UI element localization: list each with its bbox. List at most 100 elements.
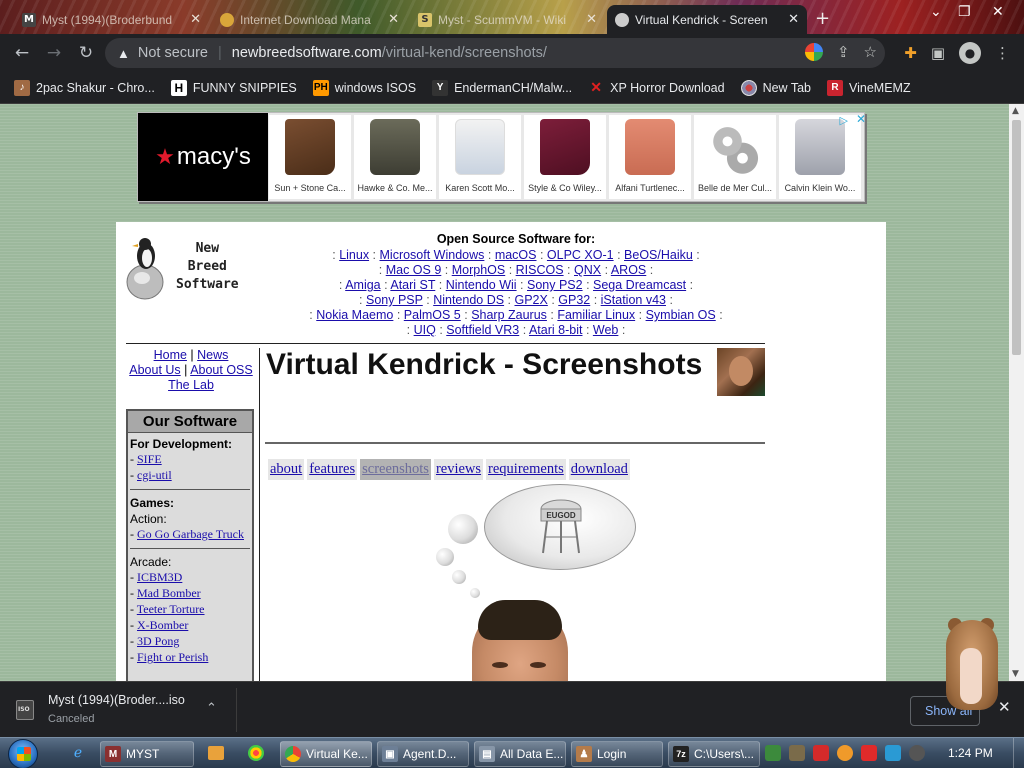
paint-icon[interactable] [246,743,266,763]
ad-product[interactable]: Alfani Turtlenec... [609,115,691,199]
site-logo[interactable]: New Breed Software [126,232,251,302]
ad-product[interactable]: Karen Scott Mo... [439,115,521,199]
ad-close-icon[interactable]: ✕ [856,112,866,126]
ad-product[interactable]: Calvin Klein Wo... [779,115,861,199]
tab-scummvm-wiki[interactable]: S Myst - ScummVM - Wiki ✕ [410,5,605,34]
platform-link-macos[interactable]: macOS [495,248,537,262]
flag-tray-icon[interactable] [861,745,877,761]
v-tray-icon[interactable] [813,745,829,761]
close-icon[interactable]: ✕ [190,12,201,27]
platform-link-macos9[interactable]: Mac OS 9 [386,263,442,277]
platform-link-atari-st[interactable]: Atari ST [390,278,435,292]
bookmark-windows-isos[interactable]: PH windows ISOS [312,79,416,96]
scroll-down-icon[interactable]: ▼ [1012,669,1019,679]
app-tray-icon[interactable] [789,745,805,761]
close-window-icon[interactable]: ✕ [992,4,1004,20]
taskbar-item-7zip[interactable]: 7z C:\Users\... [668,741,760,767]
platform-link-gp32[interactable]: GP32 [558,293,590,307]
sidebar-item-teeter-torture[interactable]: Teeter Torture [137,602,205,616]
new-tab-button[interactable]: + [815,8,830,29]
ie-icon[interactable]: ℯ [68,743,88,763]
profile-avatar-icon[interactable]: ● [959,42,981,64]
platform-link-symbian[interactable]: Symbian OS [646,308,716,322]
back-button[interactable]: ← [6,43,38,63]
platform-link-zaurus[interactable]: Sharp Zaurus [471,308,547,322]
platform-link-qnx[interactable]: QNX [574,263,601,277]
start-button[interactable] [8,739,38,768]
platform-link-dreamcast[interactable]: Sega Dreamcast [593,278,686,292]
platform-link-psp[interactable]: Sony PSP [366,293,423,307]
platform-link-vr3[interactable]: Softfield VR3 [446,323,519,337]
sidebar-item-3d-pong[interactable]: 3D Pong [137,634,179,648]
tab-about[interactable]: about [268,459,305,480]
tab-search-icon[interactable]: ⌄ [930,4,942,20]
bookmark-2pac[interactable]: ♪ 2pac Shakur - Chro... [14,79,155,96]
sidebar-item-icbm3d[interactable]: ICBM3D [137,570,182,584]
close-icon[interactable]: ✕ [586,12,597,27]
bookmark-xp-horror[interactable]: ✕ XP Horror Download [588,79,724,96]
reload-button[interactable]: ↻ [70,43,102,63]
menu-icon[interactable]: ⋮ [995,44,1010,62]
google-lens-icon[interactable] [804,43,823,61]
volume-tray-icon[interactable] [909,745,925,761]
platform-link-ds[interactable]: Nintendo DS [433,293,504,307]
platform-link-palmos[interactable]: PalmOS 5 [404,308,461,322]
platform-link-riscos[interactable]: RISCOS [516,263,564,277]
ad-product[interactable]: Hawke & Co. Me... [354,115,436,199]
adchoices-icon[interactable]: ▷ [840,114,848,127]
ad-brand-logo[interactable]: ★ macy's [138,113,268,201]
clock[interactable]: 1:24 PM [948,746,993,760]
taskbar-item-chrome[interactable]: Virtual Ke... [280,741,372,767]
restore-icon[interactable]: ❐ [958,4,971,20]
tab-features[interactable]: features [307,459,358,480]
platform-link-amiga[interactable]: Amiga [345,278,380,292]
address-bar[interactable]: ▲ Not secure | newbreedsoftware.com/virt… [105,38,885,68]
display-tray-icon[interactable] [885,745,901,761]
bookmark-vinememz[interactable]: R VineMEMZ [827,79,911,96]
platform-link-gp2x[interactable]: GP2X [514,293,547,307]
nav-lab[interactable]: The Lab [168,378,214,392]
close-icon[interactable]: ✕ [388,12,399,27]
ad-product[interactable]: Sun + Stone Ca... [269,115,351,199]
extensions-icon[interactable]: ✚ [904,44,917,62]
platform-link-wii[interactable]: Nintendo Wii [446,278,517,292]
platform-link-web[interactable]: Web [593,323,618,337]
ad-product[interactable]: Belle de Mer Cul... [694,115,776,199]
chevron-up-icon[interactable]: ⌃ [206,701,217,716]
tab-myst[interactable]: M Myst (1994)(Broderbund ✕ [14,5,209,34]
tab-virtual-kendrick[interactable]: Virtual Kendrick - Screen ✕ [607,5,807,34]
download-item[interactable]: ISO Myst (1994)(Broder....iso Canceled ⌃ [10,688,234,732]
bookmark-star-icon[interactable]: ☆ [864,43,877,61]
taskbar-item-myst[interactable]: M MYST [100,741,194,767]
platform-link-aros[interactable]: AROS [611,263,646,277]
taskbar-item-login[interactable]: ♟ Login [571,741,663,767]
ad-banner[interactable]: ★ macy's Sun + Stone Ca... Hawke & Co. Me… [137,112,866,202]
scroll-up-icon[interactable]: ▲ [1012,106,1019,116]
bookmark-endermanch[interactable]: Y EndermanCH/Malw... [432,79,572,96]
platform-link-istation[interactable]: iStation v43 [601,293,666,307]
tab-internet-download-manager[interactable]: Internet Download Mana ✕ [212,5,407,34]
platform-link-familiar[interactable]: Familiar Linux [557,308,635,322]
nav-home[interactable]: Home [154,348,187,362]
media-player-icon[interactable] [206,743,226,763]
platform-link-atari8[interactable]: Atari 8-bit [529,323,583,337]
ad-product[interactable]: Style & Co Wiley... [524,115,606,199]
share-icon[interactable]: ⇪ [837,43,850,61]
forward-button[interactable]: → [38,43,70,63]
platform-link-olpc[interactable]: OLPC XO-1 [547,248,614,262]
tab-download[interactable]: download [568,459,630,480]
sidebar-item-mad-bomber[interactable]: Mad Bomber [137,586,201,600]
taskbar-item-data[interactable]: ▤ All Data E... [474,741,566,767]
show-desktop-button[interactable] [1013,738,1024,768]
scroll-thumb[interactable] [1012,120,1021,355]
search-tray-icon[interactable] [837,745,853,761]
sidebar-item-go-go-garbage-truck[interactable]: Go Go Garbage Truck [137,527,244,541]
sidebar-item-sife[interactable]: SIFE [137,452,162,466]
tab-screenshots[interactable]: screenshots [360,459,431,480]
platform-link-beos[interactable]: BeOS/Haiku [624,248,693,262]
taskbar-item-agent[interactable]: ▣ Agent.D... [377,741,469,767]
tab-reviews[interactable]: reviews [433,459,484,480]
bookmark-funny-snippies[interactable]: H FUNNY SNIPPIES [170,79,297,96]
hamster-mascot[interactable] [940,614,1002,714]
nav-news[interactable]: News [197,348,228,362]
